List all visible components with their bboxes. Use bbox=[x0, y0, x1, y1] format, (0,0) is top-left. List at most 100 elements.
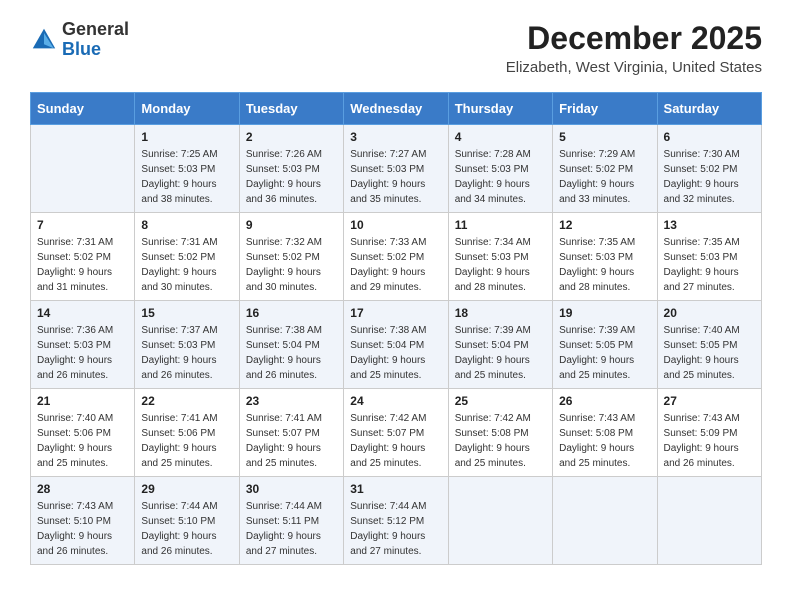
day-info: Sunrise: 7:35 AM Sunset: 5:03 PM Dayligh… bbox=[664, 235, 755, 295]
day-number: 26 bbox=[559, 394, 650, 408]
day-number: 1 bbox=[141, 130, 232, 144]
calendar-cell: 7Sunrise: 7:31 AM Sunset: 5:02 PM Daylig… bbox=[31, 213, 135, 301]
day-number: 9 bbox=[246, 218, 337, 232]
day-info: Sunrise: 7:30 AM Sunset: 5:02 PM Dayligh… bbox=[664, 147, 755, 207]
day-info: Sunrise: 7:26 AM Sunset: 5:03 PM Dayligh… bbox=[246, 147, 337, 207]
week-row: 7 Sunrise: 7:31 AM Sunset: 5:02 PM Daylig… bbox=[31, 213, 762, 301]
weekday-header-monday: Monday bbox=[135, 93, 239, 125]
calendar-cell: 22 Sunrise: 7:41 AM Sunset: 5:06 PM Dayli… bbox=[135, 389, 239, 477]
title-area: December 2025 Elizabeth, West Virginia, … bbox=[506, 20, 762, 76]
day-info: Sunrise: 7:31 AM Sunset: 5:02 PM Dayligh… bbox=[141, 235, 232, 295]
day-info: Sunrise: 7:28 AM Sunset: 5:03 PM Dayligh… bbox=[455, 147, 546, 207]
calendar-cell: 23 Sunrise: 7:41 AM Sunset: 5:07 PM Dayli… bbox=[239, 389, 343, 477]
week-row: 1 Sunrise: 7:25 AM Sunset: 5:03 PM Daylig… bbox=[31, 125, 762, 213]
calendar-cell: 29 Sunrise: 7:44 AM Sunset: 5:10 PM Dayli… bbox=[135, 477, 239, 565]
logo-general: General bbox=[62, 19, 129, 39]
day-info: Sunrise: 7:41 AM Sunset: 5:06 PM Dayligh… bbox=[141, 411, 232, 471]
calendar-cell: 26 Sunrise: 7:43 AM Sunset: 5:08 PM Dayli… bbox=[553, 389, 657, 477]
calendar-cell: 16 Sunrise: 7:38 AM Sunset: 5:04 PM Dayli… bbox=[239, 301, 343, 389]
main-title: December 2025 bbox=[506, 20, 762, 57]
calendar-cell: 11 Sunrise: 7:34 AM Sunset: 5:03 PM Dayli… bbox=[448, 213, 552, 301]
week-row: 28 Sunrise: 7:43 AM Sunset: 5:10 PM Dayli… bbox=[31, 477, 762, 565]
day-info: Sunrise: 7:42 AM Sunset: 5:08 PM Dayligh… bbox=[455, 411, 546, 471]
day-info: Sunrise: 7:44 AM Sunset: 5:11 PM Dayligh… bbox=[246, 499, 337, 559]
calendar-cell: 14 Sunrise: 7:36 AM Sunset: 5:03 PM Dayli… bbox=[31, 301, 135, 389]
calendar-cell: 15 Sunrise: 7:37 AM Sunset: 5:03 PM Dayli… bbox=[135, 301, 239, 389]
day-number: 17 bbox=[350, 306, 441, 320]
day-number: 11 bbox=[455, 218, 546, 232]
day-number: 31 bbox=[350, 482, 441, 496]
day-number: 10 bbox=[350, 218, 441, 232]
calendar-body: 1 Sunrise: 7:25 AM Sunset: 5:03 PM Daylig… bbox=[31, 125, 762, 565]
day-info: Sunrise: 7:34 AM Sunset: 5:03 PM Dayligh… bbox=[455, 235, 546, 295]
day-number: 6 bbox=[664, 130, 755, 144]
logo: General Blue bbox=[30, 20, 129, 60]
day-number: 24 bbox=[350, 394, 441, 408]
calendar-cell: 20 Sunrise: 7:40 AM Sunset: 5:05 PM Dayli… bbox=[657, 301, 761, 389]
calendar-cell: 8Sunrise: 7:31 AM Sunset: 5:02 PM Daylig… bbox=[135, 213, 239, 301]
day-info: Sunrise: 7:38 AM Sunset: 5:04 PM Dayligh… bbox=[350, 323, 441, 383]
weekday-header-tuesday: Tuesday bbox=[239, 93, 343, 125]
day-info: Sunrise: 7:29 AM Sunset: 5:02 PM Dayligh… bbox=[559, 147, 650, 207]
calendar-cell: 30 Sunrise: 7:44 AM Sunset: 5:11 PM Dayli… bbox=[239, 477, 343, 565]
calendar-cell: 17 Sunrise: 7:38 AM Sunset: 5:04 PM Dayli… bbox=[344, 301, 448, 389]
day-info: Sunrise: 7:39 AM Sunset: 5:05 PM Dayligh… bbox=[559, 323, 650, 383]
day-number: 15 bbox=[141, 306, 232, 320]
calendar-cell: 21Sunrise: 7:40 AM Sunset: 5:06 PM Dayli… bbox=[31, 389, 135, 477]
day-info: Sunrise: 7:40 AM Sunset: 5:05 PM Dayligh… bbox=[664, 323, 755, 383]
day-info: Sunrise: 7:43 AM Sunset: 5:08 PM Dayligh… bbox=[559, 411, 650, 471]
day-info: Sunrise: 7:41 AM Sunset: 5:07 PM Dayligh… bbox=[246, 411, 337, 471]
day-number: 28 bbox=[37, 482, 128, 496]
calendar: SundayMondayTuesdayWednesdayThursdayFrid… bbox=[30, 92, 762, 565]
day-info: Sunrise: 7:44 AM Sunset: 5:10 PM Dayligh… bbox=[141, 499, 232, 559]
calendar-cell: 1 Sunrise: 7:25 AM Sunset: 5:03 PM Daylig… bbox=[135, 125, 239, 213]
calendar-cell: 24Sunrise: 7:42 AM Sunset: 5:07 PM Dayli… bbox=[344, 389, 448, 477]
day-info: Sunrise: 7:39 AM Sunset: 5:04 PM Dayligh… bbox=[455, 323, 546, 383]
day-info: Sunrise: 7:36 AM Sunset: 5:03 PM Dayligh… bbox=[37, 323, 128, 383]
calendar-cell: 19 Sunrise: 7:39 AM Sunset: 5:05 PM Dayli… bbox=[553, 301, 657, 389]
day-number: 4 bbox=[455, 130, 546, 144]
day-number: 2 bbox=[246, 130, 337, 144]
day-number: 14 bbox=[37, 306, 128, 320]
calendar-cell: 25 Sunrise: 7:42 AM Sunset: 5:08 PM Dayli… bbox=[448, 389, 552, 477]
day-info: Sunrise: 7:38 AM Sunset: 5:04 PM Dayligh… bbox=[246, 323, 337, 383]
day-info: Sunrise: 7:44 AM Sunset: 5:12 PM Dayligh… bbox=[350, 499, 441, 559]
weekday-header-wednesday: Wednesday bbox=[344, 93, 448, 125]
weekday-header-thursday: Thursday bbox=[448, 93, 552, 125]
day-number: 19 bbox=[559, 306, 650, 320]
calendar-cell: 18 Sunrise: 7:39 AM Sunset: 5:04 PM Dayli… bbox=[448, 301, 552, 389]
day-number: 20 bbox=[664, 306, 755, 320]
day-number: 21 bbox=[37, 394, 128, 408]
calendar-cell: 13Sunrise: 7:35 AM Sunset: 5:03 PM Dayli… bbox=[657, 213, 761, 301]
day-number: 29 bbox=[141, 482, 232, 496]
week-row: 14 Sunrise: 7:36 AM Sunset: 5:03 PM Dayli… bbox=[31, 301, 762, 389]
day-number: 22 bbox=[141, 394, 232, 408]
day-number: 12 bbox=[559, 218, 650, 232]
day-number: 27 bbox=[664, 394, 755, 408]
day-info: Sunrise: 7:43 AM Sunset: 5:09 PM Dayligh… bbox=[664, 411, 755, 471]
day-number: 23 bbox=[246, 394, 337, 408]
calendar-cell: 4 Sunrise: 7:28 AM Sunset: 5:03 PM Daylig… bbox=[448, 125, 552, 213]
day-number: 25 bbox=[455, 394, 546, 408]
calendar-cell: 28 Sunrise: 7:43 AM Sunset: 5:10 PM Dayli… bbox=[31, 477, 135, 565]
calendar-cell: 3Sunrise: 7:27 AM Sunset: 5:03 PM Daylig… bbox=[344, 125, 448, 213]
day-number: 7 bbox=[37, 218, 128, 232]
day-info: Sunrise: 7:37 AM Sunset: 5:03 PM Dayligh… bbox=[141, 323, 232, 383]
day-info: Sunrise: 7:43 AM Sunset: 5:10 PM Dayligh… bbox=[37, 499, 128, 559]
calendar-cell bbox=[448, 477, 552, 565]
weekday-header-friday: Friday bbox=[553, 93, 657, 125]
day-number: 30 bbox=[246, 482, 337, 496]
calendar-cell bbox=[31, 125, 135, 213]
day-number: 16 bbox=[246, 306, 337, 320]
weekday-row: SundayMondayTuesdayWednesdayThursdayFrid… bbox=[31, 93, 762, 125]
calendar-cell: 2 Sunrise: 7:26 AM Sunset: 5:03 PM Daylig… bbox=[239, 125, 343, 213]
calendar-cell: 6 Sunrise: 7:30 AM Sunset: 5:02 PM Daylig… bbox=[657, 125, 761, 213]
day-info: Sunrise: 7:25 AM Sunset: 5:03 PM Dayligh… bbox=[141, 147, 232, 207]
logo-text: General Blue bbox=[62, 20, 129, 60]
subtitle: Elizabeth, West Virginia, United States bbox=[506, 59, 762, 76]
calendar-header: SundayMondayTuesdayWednesdayThursdayFrid… bbox=[31, 93, 762, 125]
weekday-header-saturday: Saturday bbox=[657, 93, 761, 125]
calendar-cell: 9Sunrise: 7:32 AM Sunset: 5:02 PM Daylig… bbox=[239, 213, 343, 301]
day-info: Sunrise: 7:27 AM Sunset: 5:03 PM Dayligh… bbox=[350, 147, 441, 207]
day-number: 18 bbox=[455, 306, 546, 320]
